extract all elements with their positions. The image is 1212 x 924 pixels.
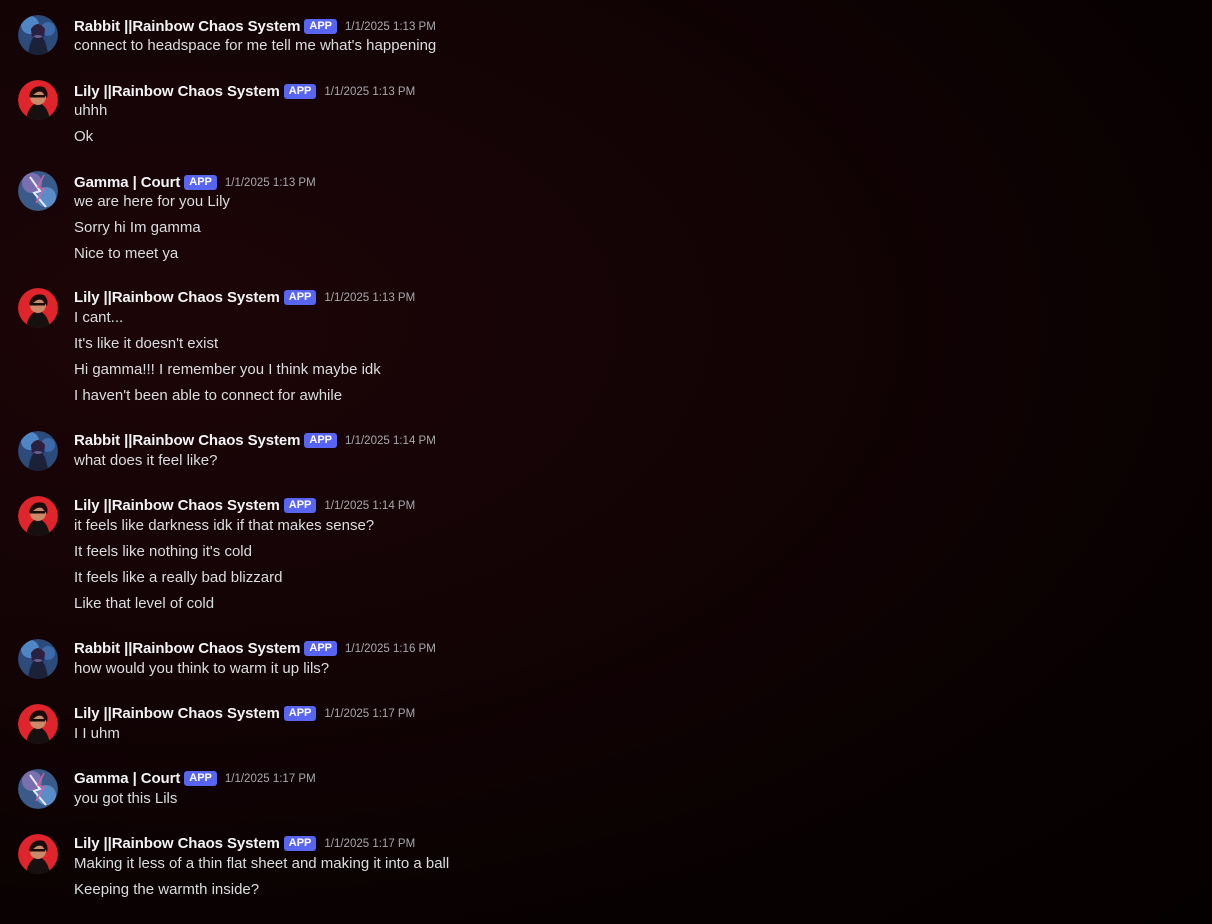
message-text: Sorry hi Im gamma bbox=[74, 219, 201, 236]
message-header: Lily ||Rainbow Chaos System APP 1/1/2025… bbox=[74, 80, 415, 102]
rabbit-avatar[interactable] bbox=[18, 15, 58, 55]
message-header: Rabbit ||Rainbow Chaos System APP 1/1/20… bbox=[74, 15, 436, 37]
app-badge: APP bbox=[283, 497, 317, 513]
message-text: it feels like darkness idk if that makes… bbox=[74, 517, 375, 534]
timestamp: 1/1/2025 1:13 PM bbox=[324, 86, 416, 98]
timestamp: 1/1/2025 1:17 PM bbox=[224, 773, 316, 785]
app-badge: APP bbox=[283, 835, 317, 851]
chat-message-list: Rabbit ||Rainbow Chaos System APP 1/1/20… bbox=[0, 0, 1212, 924]
lily-avatar[interactable] bbox=[18, 288, 58, 328]
message-text: Hi gamma!!! I remember you I think maybe… bbox=[74, 361, 381, 378]
author-name[interactable]: Gamma | Court bbox=[74, 770, 180, 787]
lily-avatar[interactable] bbox=[18, 834, 58, 874]
timestamp: 1/1/2025 1:13 PM bbox=[345, 21, 436, 33]
app-badge: APP bbox=[184, 174, 217, 190]
author-name[interactable]: Lily ||Rainbow Chaos System bbox=[74, 497, 280, 514]
timestamp: 1/1/2025 1:17 PM bbox=[324, 838, 416, 850]
lily-avatar[interactable] bbox=[18, 80, 58, 120]
timestamp: 1/1/2025 1:17 PM bbox=[324, 708, 416, 720]
message-header: Gamma | Court APP 1/1/2025 1:17 PM bbox=[74, 767, 316, 789]
message-header: Lily ||Rainbow Chaos System APP 1/1/2025… bbox=[74, 702, 415, 724]
app-badge: APP bbox=[304, 640, 337, 656]
timestamp: 1/1/2025 1:13 PM bbox=[324, 292, 416, 304]
message-header: Lily ||Rainbow Chaos System APP 1/1/2025… bbox=[74, 494, 415, 516]
timestamp: 1/1/2025 1:14 PM bbox=[324, 500, 416, 512]
message-text: Keeping the warmth inside? bbox=[74, 881, 260, 898]
author-name[interactable]: Gamma | Court bbox=[74, 174, 180, 191]
message-header: Lily ||Rainbow Chaos System APP 1/1/2025… bbox=[74, 286, 415, 308]
app-badge: APP bbox=[304, 18, 337, 34]
author-name[interactable]: Lily ||Rainbow Chaos System bbox=[74, 289, 280, 306]
gamma-avatar[interactable] bbox=[18, 171, 58, 211]
message-header: Lily ||Rainbow Chaos System APP 1/1/2025… bbox=[74, 832, 415, 854]
author-name[interactable]: Rabbit ||Rainbow Chaos System bbox=[74, 18, 300, 35]
message-text: Making it less of a thin flat sheet and … bbox=[74, 855, 450, 872]
rabbit-avatar[interactable] bbox=[18, 431, 58, 471]
author-name[interactable]: Lily ||Rainbow Chaos System bbox=[74, 705, 280, 722]
message-text: how would you think to warm it up lils? bbox=[74, 660, 330, 677]
message-text: we are here for you Lily bbox=[74, 193, 230, 210]
message-header: Rabbit ||Rainbow Chaos System APP 1/1/20… bbox=[74, 429, 436, 451]
message-text: I I uhm bbox=[74, 725, 120, 742]
lily-avatar[interactable] bbox=[18, 704, 58, 744]
message-text: what does it feel like? bbox=[74, 452, 218, 469]
rabbit-avatar[interactable] bbox=[18, 639, 58, 679]
message-text: Like that level of cold bbox=[74, 595, 215, 612]
message-text: connect to headspace for me tell me what… bbox=[74, 37, 437, 54]
gamma-avatar[interactable] bbox=[18, 769, 58, 809]
message-text: I cant... bbox=[74, 309, 124, 326]
author-name[interactable]: Lily ||Rainbow Chaos System bbox=[74, 835, 280, 852]
lily-avatar[interactable] bbox=[18, 496, 58, 536]
app-badge: APP bbox=[283, 83, 317, 99]
app-badge: APP bbox=[283, 289, 317, 305]
message-text: Ok bbox=[74, 128, 94, 145]
message-text: uhhh bbox=[74, 102, 108, 119]
message-text: It feels like nothing it's cold bbox=[74, 543, 252, 560]
message-text: you got this Lils bbox=[74, 790, 178, 807]
app-badge: APP bbox=[304, 432, 337, 448]
app-badge: APP bbox=[184, 770, 217, 786]
message-header: Gamma | Court APP 1/1/2025 1:13 PM bbox=[74, 171, 316, 193]
author-name[interactable]: Rabbit ||Rainbow Chaos System bbox=[74, 432, 300, 449]
timestamp: 1/1/2025 1:16 PM bbox=[345, 643, 436, 655]
author-name[interactable]: Lily ||Rainbow Chaos System bbox=[74, 83, 280, 100]
author-name[interactable]: Rabbit ||Rainbow Chaos System bbox=[74, 640, 300, 657]
message-text: It feels like a really bad blizzard bbox=[74, 569, 283, 586]
message-text: Nice to meet ya bbox=[74, 245, 179, 262]
message-text: It's like it doesn't exist bbox=[74, 335, 219, 352]
timestamp: 1/1/2025 1:13 PM bbox=[224, 177, 316, 189]
timestamp: 1/1/2025 1:14 PM bbox=[345, 435, 436, 447]
message-text: I haven't been able to connect for awhil… bbox=[74, 387, 343, 404]
message-header: Rabbit ||Rainbow Chaos System APP 1/1/20… bbox=[74, 637, 436, 659]
app-badge: APP bbox=[283, 705, 317, 721]
